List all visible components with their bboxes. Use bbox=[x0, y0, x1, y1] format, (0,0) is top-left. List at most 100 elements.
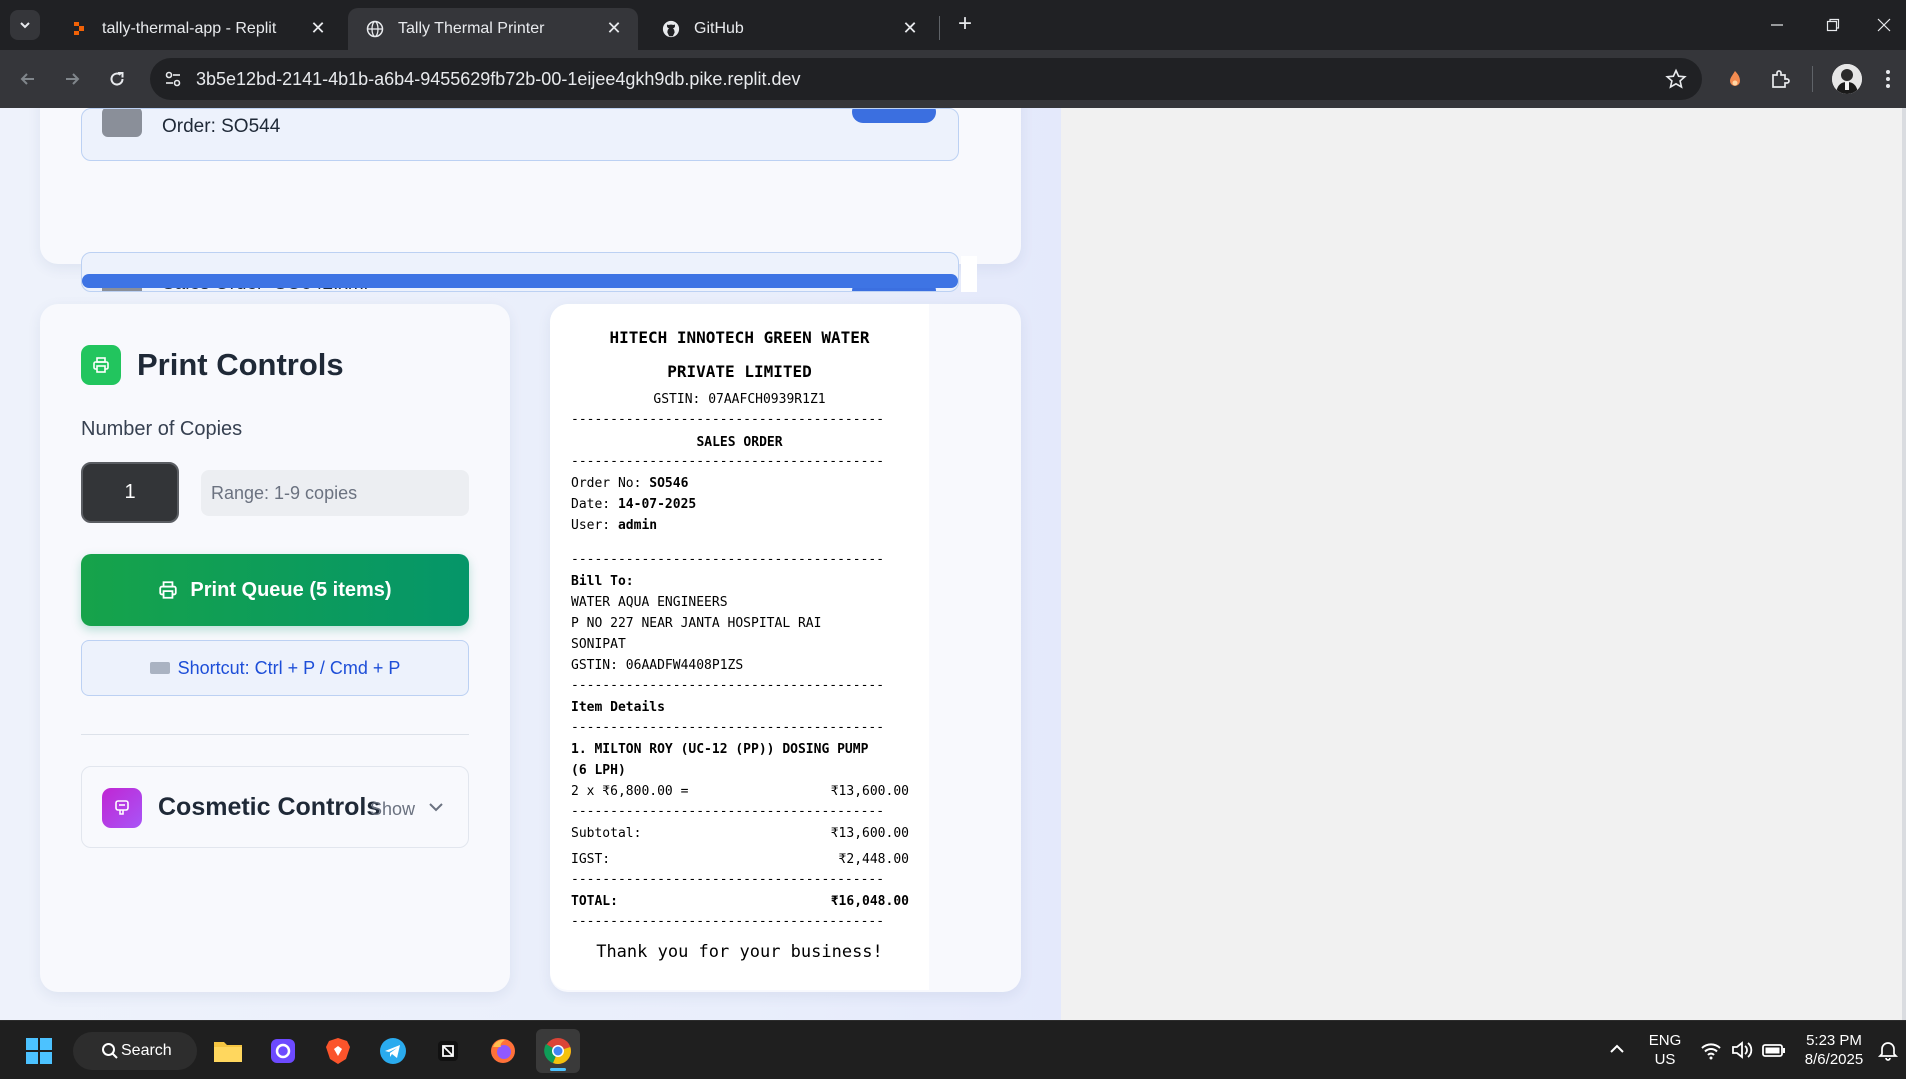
tab-github[interactable]: GitHub ✕ bbox=[644, 8, 934, 50]
windows-icon bbox=[26, 1038, 52, 1064]
chrome-icon bbox=[544, 1038, 571, 1064]
copies-input[interactable] bbox=[81, 462, 179, 523]
palette-icon bbox=[102, 788, 142, 828]
copies-label: Number of Copies bbox=[81, 418, 243, 440]
receipt-user-label: User: bbox=[571, 518, 618, 533]
clock-time: 5:23 PM bbox=[1806, 1032, 1862, 1049]
print-controls-card: Print Controls Number of Copies Range: 1… bbox=[40, 304, 510, 992]
extension-fire-icon[interactable] bbox=[1719, 63, 1751, 95]
reload-button[interactable] bbox=[101, 63, 133, 95]
tab-divider bbox=[939, 16, 940, 40]
receipt-preview: HITECH INNOTECH GREEN WATER PRIVATE LIMI… bbox=[550, 304, 929, 990]
close-icon[interactable]: ✕ bbox=[604, 18, 624, 38]
file-item[interactable]: Order: SO544 bbox=[81, 108, 959, 161]
receipt-company-gstin: GSTIN: 07AAFCH0939R1Z1 bbox=[653, 392, 826, 407]
close-icon[interactable]: ✕ bbox=[900, 18, 920, 38]
receipt-bill-to-label: Bill To: bbox=[571, 574, 634, 589]
arrow-right-icon bbox=[66, 73, 80, 85]
receipt-separator: ---------------------------------------- bbox=[571, 720, 885, 735]
back-button[interactable] bbox=[12, 63, 44, 95]
receipt-preview-card: HITECH INNOTECH GREEN WATER PRIVATE LIMI… bbox=[550, 304, 1021, 992]
receipt-bill-to-line: P NO 227 NEAR JANTA HOSPITAL RAI bbox=[571, 616, 822, 631]
extensions-puzzle-icon[interactable] bbox=[1764, 63, 1796, 95]
file-explorer-button[interactable] bbox=[206, 1029, 250, 1073]
shortcut-hint: Shortcut: Ctrl + P / Cmd + P bbox=[81, 640, 469, 696]
print-queue-button[interactable]: Print Queue (5 items) bbox=[81, 554, 469, 626]
receipt-separator: ---------------------------------------- bbox=[571, 872, 885, 887]
shortcut-text: Shortcut: Ctrl + P / Cmd + P bbox=[177, 657, 401, 678]
print-controls-header: Print Controls bbox=[81, 345, 344, 385]
receipt-bill-to-line: WATER AQUA ENGINEERS bbox=[571, 595, 728, 610]
tab-tally-thermal-printer[interactable]: Tally Thermal Printer ✕ bbox=[348, 8, 638, 50]
brave-icon bbox=[326, 1038, 350, 1064]
cosmetic-show-toggle[interactable]: Show bbox=[370, 799, 415, 820]
reload-icon bbox=[110, 72, 124, 86]
brave-browser-button[interactable] bbox=[316, 1029, 360, 1073]
close-icon[interactable]: ✕ bbox=[308, 18, 328, 38]
folder-icon bbox=[214, 1042, 242, 1062]
file-icon bbox=[102, 109, 142, 137]
forward-button[interactable] bbox=[56, 63, 88, 95]
receipt-order-row: Order No: SO546 bbox=[571, 476, 688, 491]
tray-overflow-chevron-icon[interactable] bbox=[1605, 1037, 1629, 1061]
file-action-button[interactable] bbox=[852, 109, 936, 123]
search-icon bbox=[102, 1043, 118, 1059]
notification-bell-icon[interactable] bbox=[1877, 1039, 1899, 1061]
wifi-icon[interactable] bbox=[1700, 1039, 1722, 1061]
receipt-bill-to-line: SONIPAT bbox=[571, 637, 626, 652]
cosmetic-controls-section[interactable]: Cosmetic Controls Show bbox=[81, 766, 469, 848]
browser-toolbar: 3b5e12bd-2141-4b1b-a6b4-9455629fb72b-00-… bbox=[0, 50, 1906, 108]
taskbar-search[interactable]: Search bbox=[73, 1032, 197, 1070]
copies-range-hint: Range: 1-9 copies bbox=[201, 470, 469, 516]
receipt-separator: ---------------------------------------- bbox=[571, 412, 885, 427]
receipt-date-label: Date: bbox=[571, 497, 618, 512]
toolbar-divider bbox=[1812, 66, 1813, 92]
kebab-menu-icon[interactable] bbox=[1876, 63, 1900, 95]
bookmark-star-icon[interactable] bbox=[1664, 67, 1688, 91]
arrow-left-icon bbox=[20, 73, 34, 85]
restore-icon bbox=[1826, 18, 1840, 32]
section-divider bbox=[81, 734, 469, 735]
proton-app-button[interactable] bbox=[261, 1029, 305, 1073]
new-tab-button[interactable]: + bbox=[951, 11, 979, 39]
tab-search-button[interactable] bbox=[10, 10, 40, 40]
start-button[interactable] bbox=[17, 1029, 61, 1073]
profile-avatar[interactable] bbox=[1832, 64, 1862, 94]
language-code: ENG bbox=[1648, 1032, 1682, 1049]
tab-replit[interactable]: tally-thermal-app - Replit ✕ bbox=[52, 8, 342, 50]
horizontal-scrollbar[interactable] bbox=[82, 274, 958, 288]
site-info-icon[interactable] bbox=[162, 68, 184, 90]
receipt-subtotal: ₹13,600.00 bbox=[830, 826, 909, 841]
chrome-button[interactable] bbox=[536, 1029, 580, 1073]
receipt-igst-label: IGST: bbox=[571, 852, 611, 867]
receipt-separator: ---------------------------------------- bbox=[571, 804, 885, 819]
printer-icon bbox=[81, 345, 121, 385]
volume-icon[interactable] bbox=[1731, 1039, 1755, 1061]
receipt-total: ₹16,048.00 bbox=[830, 894, 909, 909]
address-bar[interactable]: 3b5e12bd-2141-4b1b-a6b4-9455629fb72b-00-… bbox=[150, 58, 1702, 100]
app-main-area: Order: SO544 Sales Order_SO542.xml Print… bbox=[0, 108, 1061, 1020]
clock[interactable]: 5:23 PM 8/6/2025 bbox=[1796, 1031, 1872, 1069]
minimize-button[interactable] bbox=[1749, 0, 1805, 50]
receipt-order-no: SO546 bbox=[649, 476, 689, 491]
receipt-order-label: Order No: bbox=[571, 476, 650, 491]
chevron-down-icon[interactable] bbox=[426, 797, 446, 817]
receipt-total-label: TOTAL: bbox=[571, 894, 618, 909]
battery-icon[interactable] bbox=[1762, 1040, 1786, 1060]
close-window-button[interactable] bbox=[1861, 0, 1906, 50]
tab-title: tally-thermal-app - Replit bbox=[102, 20, 277, 37]
receipt-separator: ---------------------------------------- bbox=[571, 552, 885, 567]
restore-button[interactable] bbox=[1805, 0, 1861, 50]
tab-title: Tally Thermal Printer bbox=[398, 20, 545, 37]
notion-app-button[interactable] bbox=[426, 1029, 470, 1073]
page-right-edge bbox=[1902, 108, 1906, 1020]
receipt-igst-row: IGST: ₹2,448.00 bbox=[571, 852, 909, 867]
telegram-button[interactable] bbox=[371, 1029, 415, 1073]
language-indicator[interactable]: ENG US bbox=[1645, 1031, 1685, 1069]
tab-title: GitHub bbox=[694, 20, 744, 37]
receipt-date: 14-07-2025 bbox=[617, 497, 697, 512]
replit-icon bbox=[70, 20, 88, 38]
firefox-button[interactable] bbox=[481, 1029, 525, 1073]
keyboard-icon bbox=[149, 662, 170, 674]
active-indicator bbox=[550, 1068, 566, 1071]
